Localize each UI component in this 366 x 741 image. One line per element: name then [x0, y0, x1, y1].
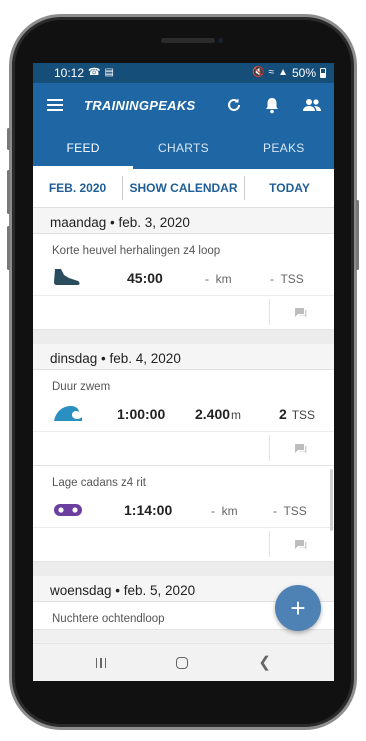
- month-button[interactable]: FEB. 2020: [33, 176, 123, 200]
- workout-card[interactable]: Korte heuvel herhalingen z4 loop 45:00 -…: [33, 234, 334, 330]
- workout-duration: 45:00: [127, 270, 163, 286]
- tab-bar: FEED CHARTS PEAKS: [33, 127, 334, 169]
- workout-title: Lage cadans z4 rit: [52, 477, 146, 489]
- tss-value: -: [270, 272, 274, 286]
- footer-divider: [269, 531, 270, 557]
- phone-power-button: [356, 200, 359, 270]
- app-screen: 10:12 ☎ ▤ 🔇 ≈ ▲ 50% TRAININGPEAKS FEED C…: [33, 63, 334, 681]
- home-icon[interactable]: [176, 656, 189, 669]
- refresh-icon[interactable]: [226, 97, 242, 113]
- card-footer: [33, 295, 334, 329]
- workout-duration: 1:00:00: [117, 406, 166, 422]
- recents-icon[interactable]: [95, 657, 107, 668]
- workout-tss: 2 TSS: [279, 406, 315, 422]
- add-workout-button[interactable]: +: [275, 585, 321, 631]
- card-footer: [33, 527, 334, 561]
- tss-unit: TSS: [291, 408, 316, 422]
- whatsapp-icon: ☎: [88, 67, 101, 78]
- phone-camera: [218, 38, 223, 43]
- tss-value: -: [273, 504, 277, 518]
- workout-metrics: 1:00:00 2.400m 2 TSS: [33, 397, 334, 431]
- system-nav-bar: ❮: [33, 643, 334, 681]
- distance-value: -: [211, 504, 215, 518]
- workout-duration: 1:14:00: [124, 502, 173, 518]
- battery-percent: 50%: [291, 66, 316, 80]
- workout-card[interactable]: Duur zwem 1:00:00 2.400m 2 TSS: [33, 370, 334, 466]
- workout-distance: - km: [211, 504, 238, 518]
- day-separator: [33, 330, 334, 344]
- comment-icon[interactable]: [294, 307, 307, 318]
- show-calendar-button[interactable]: SHOW CALENDAR: [123, 176, 245, 200]
- workout-title: Duur zwem: [52, 381, 111, 393]
- day-header: maandag • feb. 3, 2020: [33, 208, 334, 234]
- workout-metrics: 1:14:00 - km - TSS: [33, 493, 334, 527]
- workout-title: Korte heuvel herhalingen z4 loop: [52, 245, 221, 257]
- scrollbar[interactable]: [330, 469, 333, 531]
- app-bar: TRAININGPEAKS: [33, 83, 334, 127]
- status-time: 10:12: [54, 66, 85, 80]
- distance-unit: km: [215, 272, 232, 286]
- footer-divider: [269, 435, 270, 461]
- mute-icon: 🔇: [252, 67, 265, 78]
- day-separator: [33, 562, 334, 576]
- tss-value: 2: [279, 406, 287, 422]
- tab-feed[interactable]: FEED: [33, 127, 134, 169]
- comment-icon[interactable]: [294, 443, 307, 454]
- distance-value: -: [205, 272, 209, 286]
- wifi-icon: ≈: [268, 67, 275, 78]
- tss-unit: TSS: [280, 272, 304, 286]
- back-icon[interactable]: ❮: [258, 655, 271, 670]
- day-header: dinsdag • feb. 4, 2020: [33, 344, 334, 370]
- workout-tss: - TSS: [270, 272, 304, 286]
- phone-side-button: [7, 128, 10, 150]
- run-shoe-icon: [54, 269, 80, 285]
- workout-metrics: 45:00 - km - TSS: [33, 261, 334, 295]
- brand-logo: TRAININGPEAKS: [84, 97, 196, 113]
- tab-peaks[interactable]: PEAKS: [234, 127, 334, 169]
- comment-icon[interactable]: [294, 539, 307, 550]
- distance-value: 2.400: [195, 406, 231, 422]
- date-bar: FEB. 2020 SHOW CALENDAR TODAY: [33, 169, 334, 208]
- bell-icon[interactable]: [264, 97, 280, 114]
- swim-wave-icon: [54, 406, 82, 421]
- menu-icon[interactable]: [47, 99, 63, 111]
- status-bar: 10:12 ☎ ▤ 🔇 ≈ ▲ 50%: [33, 63, 334, 83]
- tss-unit: TSS: [283, 504, 307, 518]
- today-button[interactable]: TODAY: [245, 176, 334, 200]
- feed-list: maandag • feb. 3, 2020 Korte heuvel herh…: [33, 208, 334, 630]
- signal-icon: ▲: [278, 67, 288, 78]
- card-footer: [33, 431, 334, 465]
- phone-volume-up-button: [7, 170, 10, 214]
- workout-distance: - km: [205, 272, 232, 286]
- tab-charts[interactable]: CHARTS: [133, 127, 233, 169]
- notification-icon: ▤: [104, 67, 114, 78]
- workout-distance: 2.400m: [195, 406, 241, 422]
- athletes-icon[interactable]: [302, 98, 322, 112]
- workout-tss: - TSS: [273, 504, 307, 518]
- distance-unit: km: [221, 504, 238, 518]
- footer-divider: [269, 299, 270, 325]
- workout-card[interactable]: Lage cadans z4 rit 1:14:00 - km - TSS: [33, 466, 334, 562]
- battery-icon: [320, 68, 326, 78]
- phone-volume-down-button: [7, 226, 10, 270]
- phone-speaker: [161, 38, 215, 43]
- distance-unit: m: [231, 408, 242, 422]
- bike-chain-icon: [54, 504, 82, 516]
